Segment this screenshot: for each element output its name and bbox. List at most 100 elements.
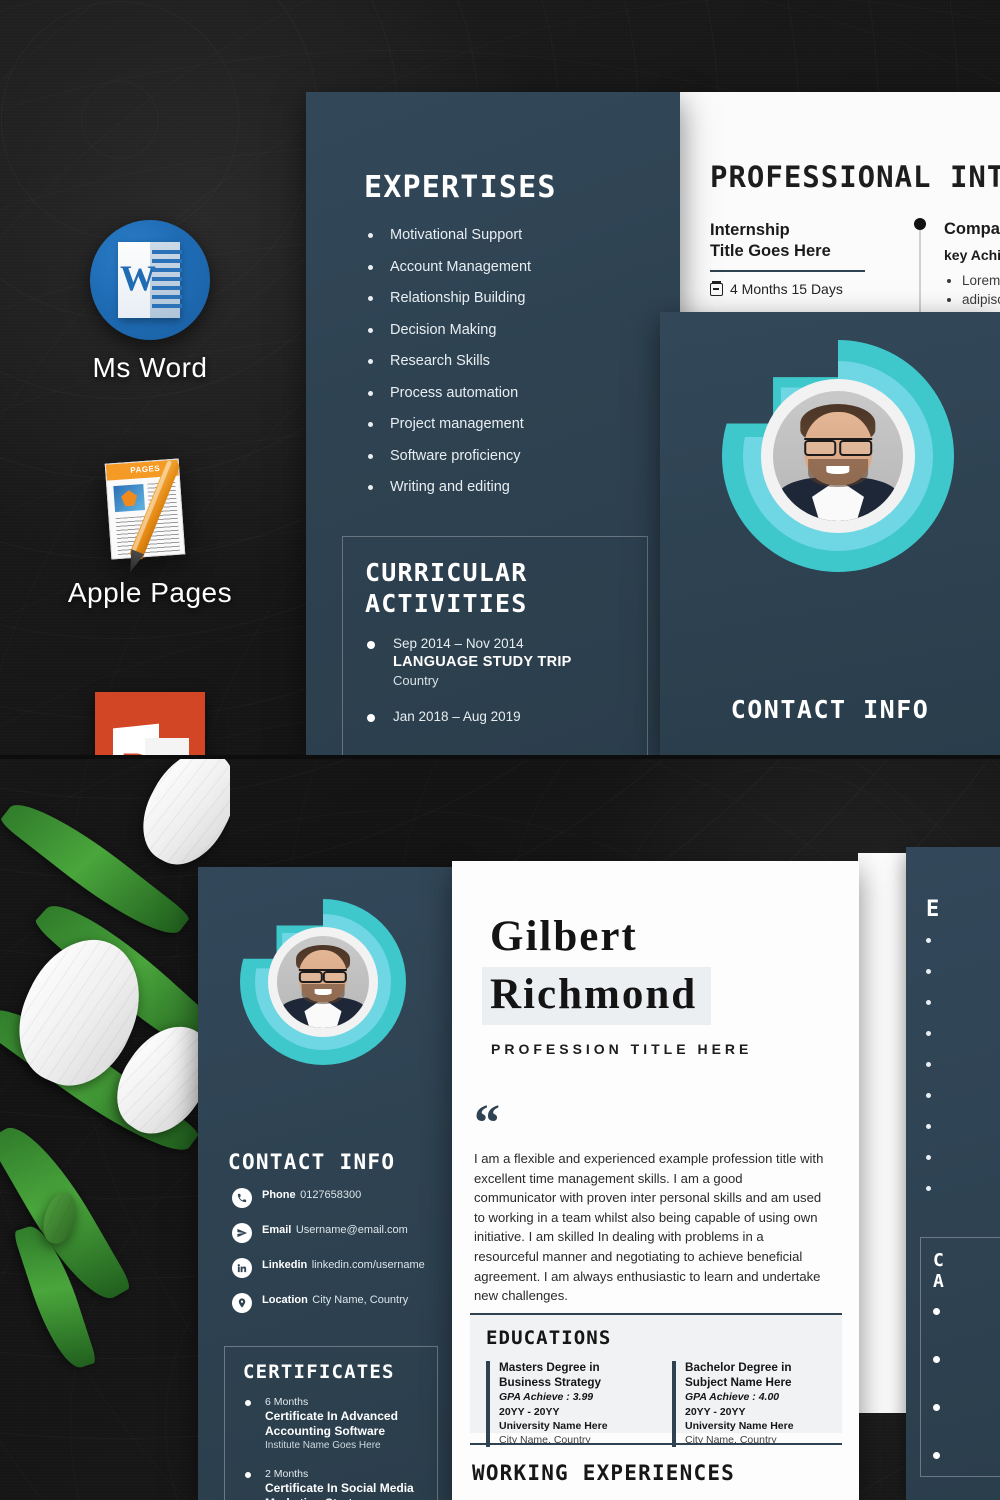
first-name: Gilbert [490, 913, 638, 960]
expertise-item: Research Skills [364, 346, 531, 378]
expertise-item: Writing and editing [364, 472, 531, 504]
avatar-photo [276, 935, 370, 1029]
curricular-item: Jan 2018 – Aug 2019 [365, 708, 627, 726]
internship-heading: PROFESSIONAL INTER [710, 160, 1000, 194]
internship-title: Internship Title Goes Here [710, 220, 890, 262]
certificate-duration: 6 Months [265, 1396, 309, 1408]
education-years: 20YY - 20YY [499, 1406, 560, 1418]
partial-box-item [933, 1446, 951, 1494]
curricular-date: Sep 2014 – Nov 2014 [393, 636, 524, 651]
internship-title-column: Internship Title Goes Here 4 Months 15 D… [710, 220, 890, 297]
contact-label: Email [262, 1224, 292, 1236]
resume-page-main: Gilbert Richmond PROFESSION TITLE HERE “… [452, 861, 859, 1500]
contact-value: 0127658300 [300, 1189, 362, 1201]
contact-value: Username@email.com [295, 1224, 408, 1236]
curricular-item: Sep 2014 – Nov 2014 LANGUAGE STUDY TRIP … [365, 635, 627, 690]
profession-title: PROFESSION TITLE HERE [491, 1041, 753, 1057]
curricular-list: Sep 2014 – Nov 2014 LANGUAGE STUDY TRIP … [365, 635, 627, 744]
top-mockup-scene: W Ms Word PAGES Apple Pages P [0, 0, 1000, 757]
bio-paragraph: I am a flexible and experienced example … [474, 1151, 824, 1304]
education-item: Bachelor Degree in Subject Name Here GPA… [672, 1361, 834, 1447]
contact-row-location: Location City Name, Country [232, 1290, 432, 1313]
curricular-title: LANGUAGE STUDY TRIP [393, 654, 572, 670]
partial-list-item [924, 1177, 942, 1208]
tulip-bloom [126, 757, 230, 879]
avatar [722, 340, 954, 572]
curricular-activities-box: CURRICULAR ACTIVITIES Sep 2014 – Nov 201… [342, 536, 648, 757]
expertises-heading: EXPERTISES [364, 170, 557, 205]
company-bullet: adipiscin [944, 290, 1000, 309]
education-degree: Bachelor Degree in Subject Name Here [685, 1361, 792, 1389]
certificate-institute: Institute Name Goes Here [265, 1440, 381, 1451]
expertise-item: Account Management [364, 252, 531, 284]
certificate-duration: 2 Months [265, 1468, 309, 1480]
education-gpa: GPA Achieve : 4.00 [685, 1391, 780, 1403]
software-compatibility-rail: W Ms Word PAGES Apple Pages P [0, 0, 300, 757]
software-item-apple-pages: PAGES Apple Pages [0, 455, 300, 609]
company-bullets: Lorem ip adipiscin [944, 271, 1000, 309]
curricular-heading-line2: ACTIVITIES [365, 589, 528, 618]
curricular-sub: Country [393, 673, 439, 688]
avatar [240, 899, 406, 1065]
contact-value: City Name, Country [312, 1294, 409, 1306]
contact-value: linkedin.com/username [311, 1259, 425, 1271]
scene-divider [0, 755, 1000, 759]
educations-box: EDUCATIONS Masters Degree in Business St… [470, 1313, 842, 1447]
quote-mark-icon: “ [474, 1095, 500, 1152]
bottom-mockup-scene: E C A CONTACT INFO Phone 0127658300 Emai… [0, 757, 1000, 1500]
working-experiences-heading: WORKING EXPERIENCES [472, 1461, 736, 1485]
company-bullet: Lorem ip [944, 271, 1000, 290]
internship-company-column: Company key Achievem Lorem ip adipiscin [944, 218, 1000, 309]
internship-underline [710, 270, 865, 272]
curricular-heading-line1: CURRICULAR [365, 558, 528, 587]
partial-list-item [924, 991, 942, 1022]
contact-label: Linkedin [262, 1259, 308, 1271]
name-block: Gilbert Richmond PROFESSION TITLE HERE [482, 911, 752, 1057]
resume-page-white-edge [858, 853, 910, 1413]
contact-label: Phone [262, 1189, 296, 1201]
educations-columns: Masters Degree in Business Strategy GPA … [486, 1361, 834, 1447]
partial-list-item [924, 960, 942, 991]
partial-box-item [933, 1398, 951, 1446]
last-name: Richmond [482, 967, 712, 1025]
internship-duration-text: 4 Months 15 Days [730, 281, 843, 297]
location-pin-icon [232, 1293, 252, 1313]
education-years: 20YY - 20YY [685, 1406, 746, 1418]
education-university: University Name Here [685, 1420, 794, 1432]
key-achievement-label: key Achievem [944, 247, 1000, 263]
certificates-heading: CERTIFICATES [243, 1361, 395, 1383]
resume-page-contact-top: CONTACT INFO [660, 312, 1000, 757]
tulip-decoration [0, 757, 230, 1500]
contact-row-email: Email Username@email.com [232, 1220, 432, 1243]
contact-info-heading: CONTACT INFO [228, 1150, 396, 1174]
expertise-item: Process automation [364, 378, 531, 410]
contact-row-phone: Phone 0127658300 [232, 1185, 432, 1208]
internship-title-line1: Internship [710, 221, 790, 239]
partial-list-item [924, 1115, 942, 1146]
education-degree: Masters Degree in Business Strategy [499, 1361, 601, 1389]
partial-box-heading: C A [933, 1250, 944, 1292]
expertise-item: Motivational Support [364, 220, 531, 252]
phone-icon [232, 1188, 252, 1208]
partial-list-item [924, 1084, 942, 1115]
expertise-item: Software proficiency [364, 441, 531, 473]
apple-pages-icon: PAGES [90, 455, 210, 565]
internship-duration: 4 Months 15 Days [710, 280, 890, 297]
contact-text-email: Email Username@email.com [262, 1220, 408, 1238]
partial-heading: E [926, 897, 940, 922]
partial-list-item [924, 1146, 942, 1177]
curricular-heading: CURRICULAR ACTIVITIES [365, 557, 528, 619]
partial-list-item [924, 1053, 942, 1084]
avatar-photo [773, 391, 903, 521]
contact-info-list: Phone 0127658300 Email Username@email.co… [232, 1185, 432, 1325]
resume-page-partial-right: E C A [906, 847, 1000, 1500]
education-university: University Name Here [499, 1420, 608, 1432]
resume-page-expertises: EXPERTISES Motivational Support Account … [306, 92, 680, 757]
curricular-date: Jan 2018 – Aug 2019 [393, 709, 521, 724]
partial-box: C A [920, 1237, 1000, 1477]
certificate-item: 2 Months Certificate In Social Media Mar… [243, 1467, 431, 1500]
linkedin-icon [232, 1258, 252, 1278]
certificates-box: CERTIFICATES 6 Months Certificate In Adv… [224, 1346, 438, 1500]
contact-row-linkedin: Linkedin linkedin.com/username [232, 1255, 432, 1278]
powerpoint-icon: P [95, 692, 205, 757]
